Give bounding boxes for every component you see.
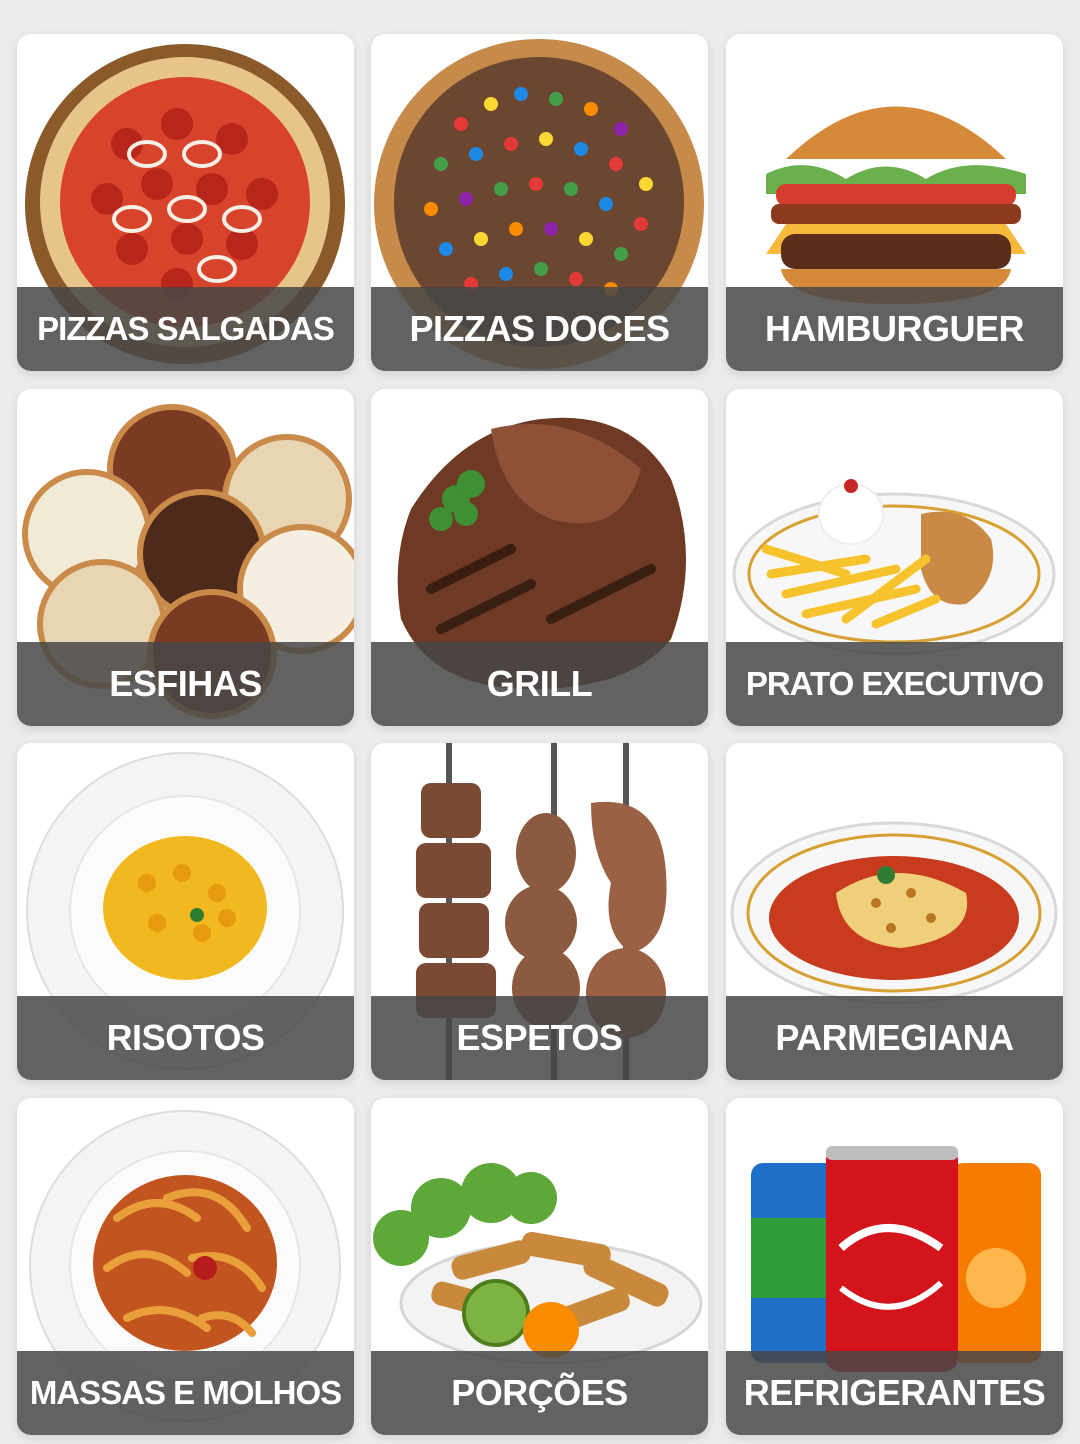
category-card-hamburguer[interactable]: HAMBURGUER [726,34,1063,371]
category-label-bar: HAMBURGUER [726,287,1063,371]
category-card-porcoes[interactable]: PORÇÕES [371,1098,708,1435]
category-label-bar: PORÇÕES [371,1351,708,1435]
category-label-bar: PIZZAS SALGADAS [17,287,354,371]
category-label: PORÇÕES [451,1372,628,1413]
category-label-bar: ESFIHAS [17,642,354,726]
category-label: HAMBURGUER [765,308,1025,349]
category-label-bar: RISOTOS [17,996,354,1080]
category-label-bar: PRATO EXECUTIVO [726,642,1063,726]
category-card-refrigerantes[interactable]: REFRIGERANTES [726,1098,1063,1435]
category-label: PRATO EXECUTIVO [745,665,1044,702]
category-label: GRILL [486,663,593,704]
category-label-bar: REFRIGERANTES [726,1351,1063,1435]
category-card-parmegiana[interactable]: PARMEGIANA [726,743,1063,1080]
category-label: ESFIHAS [109,663,262,704]
category-label: PIZZAS DOCES [409,308,670,349]
category-label: MASSAS E MOLHOS [29,1374,342,1411]
category-label-bar: PIZZAS DOCES [371,287,708,371]
category-label: PIZZAS SALGADAS [37,310,335,347]
menu-category-grid: PIZZAS SALGADAS PIZZAS DOCES HAMBURGUER … [0,0,1080,1444]
category-label-bar: PARMEGIANA [726,996,1063,1080]
category-card-massas-e-molhos[interactable]: MASSAS E MOLHOS [17,1098,354,1435]
category-card-grill[interactable]: GRILL [371,389,708,726]
category-label-bar: MASSAS E MOLHOS [17,1351,354,1435]
category-card-risotos[interactable]: RISOTOS [17,743,354,1080]
category-label-bar: ESPETOS [371,996,708,1080]
category-label: RISOTOS [106,1017,265,1058]
category-label: ESPETOS [456,1017,623,1058]
category-card-pizzas-salgadas[interactable]: PIZZAS SALGADAS [17,34,354,371]
category-card-pizzas-doces[interactable]: PIZZAS DOCES [371,34,708,371]
category-card-prato-executivo[interactable]: PRATO EXECUTIVO [726,389,1063,726]
category-card-espetos[interactable]: ESPETOS [371,743,708,1080]
category-label-bar: GRILL [371,642,708,726]
category-card-esfihas[interactable]: ESFIHAS [17,389,354,726]
category-label: PARMEGIANA [775,1017,1014,1058]
category-label: REFRIGERANTES [743,1372,1046,1413]
